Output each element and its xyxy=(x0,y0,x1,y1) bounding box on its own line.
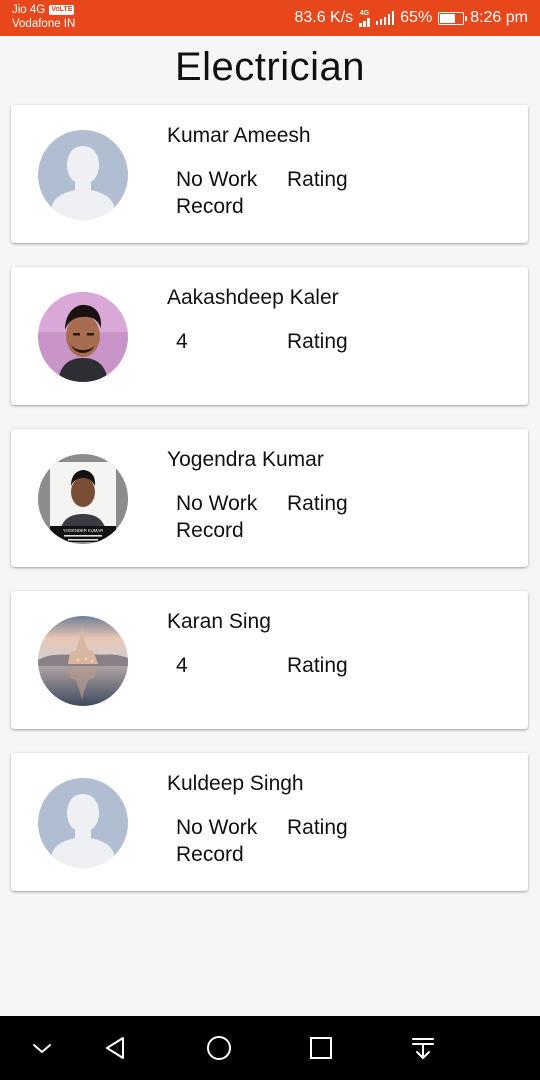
profile-photo: YOGENDER KUMAR xyxy=(38,454,128,544)
electrician-card[interactable]: Aakashdeep Kaler 4 Rating xyxy=(11,267,528,405)
mobile-data-icon: 4G xyxy=(359,10,370,27)
work-count: 4 xyxy=(176,654,188,677)
notification-pull-icon[interactable] xyxy=(407,1032,439,1064)
rating-label: Rating xyxy=(287,168,348,191)
battery-percent: 65% xyxy=(400,9,433,26)
home-icon[interactable] xyxy=(203,1032,235,1064)
default-person-icon xyxy=(38,778,128,868)
battery-icon xyxy=(438,11,468,25)
default-person-icon xyxy=(38,130,128,220)
carrier-secondary: Vodafone IN xyxy=(12,18,76,30)
status-indicators: 83.6 K/s 4G 65% 8:26 pm xyxy=(294,8,528,28)
rating-label: Rating xyxy=(287,654,348,677)
electrician-name: Aakashdeep Kaler xyxy=(167,286,339,309)
volte-badge: VoLTE xyxy=(49,5,75,15)
work-count: No Work Record xyxy=(176,492,258,542)
electrician-card[interactable]: YOGENDER KUMAR Yogendra Kumar No Work Re… xyxy=(11,429,528,567)
network-type-label: 4G xyxy=(359,9,370,17)
status-bar: Jio 4G VoLTE Vodafone IN 83.6 K/s 4G 65%… xyxy=(0,0,540,36)
electrician-list: Kumar Ameesh No Work Record Rating Aakas… xyxy=(11,105,529,915)
clock: 8:26 pm xyxy=(470,9,528,26)
back-icon[interactable] xyxy=(100,1032,132,1064)
lake-castle-photo xyxy=(38,616,128,706)
electrician-card[interactable]: Kumar Ameesh No Work Record Rating xyxy=(11,105,528,243)
electrician-name: Kuldeep Singh xyxy=(167,772,304,795)
photo-caption: YOGENDER KUMAR xyxy=(63,528,103,533)
work-count: No Work Record xyxy=(176,168,258,218)
signal-strength-icon xyxy=(375,11,395,25)
electrician-name: Yogendra Kumar xyxy=(167,448,324,471)
profile-photo xyxy=(38,292,128,382)
electrician-name: Karan Sing xyxy=(167,610,271,633)
electrician-card[interactable]: Karan Sing 4 Rating xyxy=(11,591,528,729)
recents-icon[interactable] xyxy=(305,1032,337,1064)
navigation-bar xyxy=(0,1016,540,1080)
rating-label: Rating xyxy=(287,330,348,353)
rating-label: Rating xyxy=(287,816,348,839)
network-speed: 83.6 K/s xyxy=(294,9,354,26)
work-count: No Work Record xyxy=(176,816,258,866)
carrier-info: Jio 4G VoLTE Vodafone IN xyxy=(12,3,75,31)
page-title: Electrician xyxy=(174,45,365,89)
carrier-primary: Jio 4G xyxy=(12,4,46,16)
electrician-name: Kumar Ameesh xyxy=(167,124,311,147)
hide-nav-icon[interactable] xyxy=(26,1032,58,1064)
rating-label: Rating xyxy=(287,492,348,515)
electrician-card[interactable]: Kuldeep Singh No Work Record Rating xyxy=(11,753,528,891)
work-count: 4 xyxy=(176,330,188,353)
